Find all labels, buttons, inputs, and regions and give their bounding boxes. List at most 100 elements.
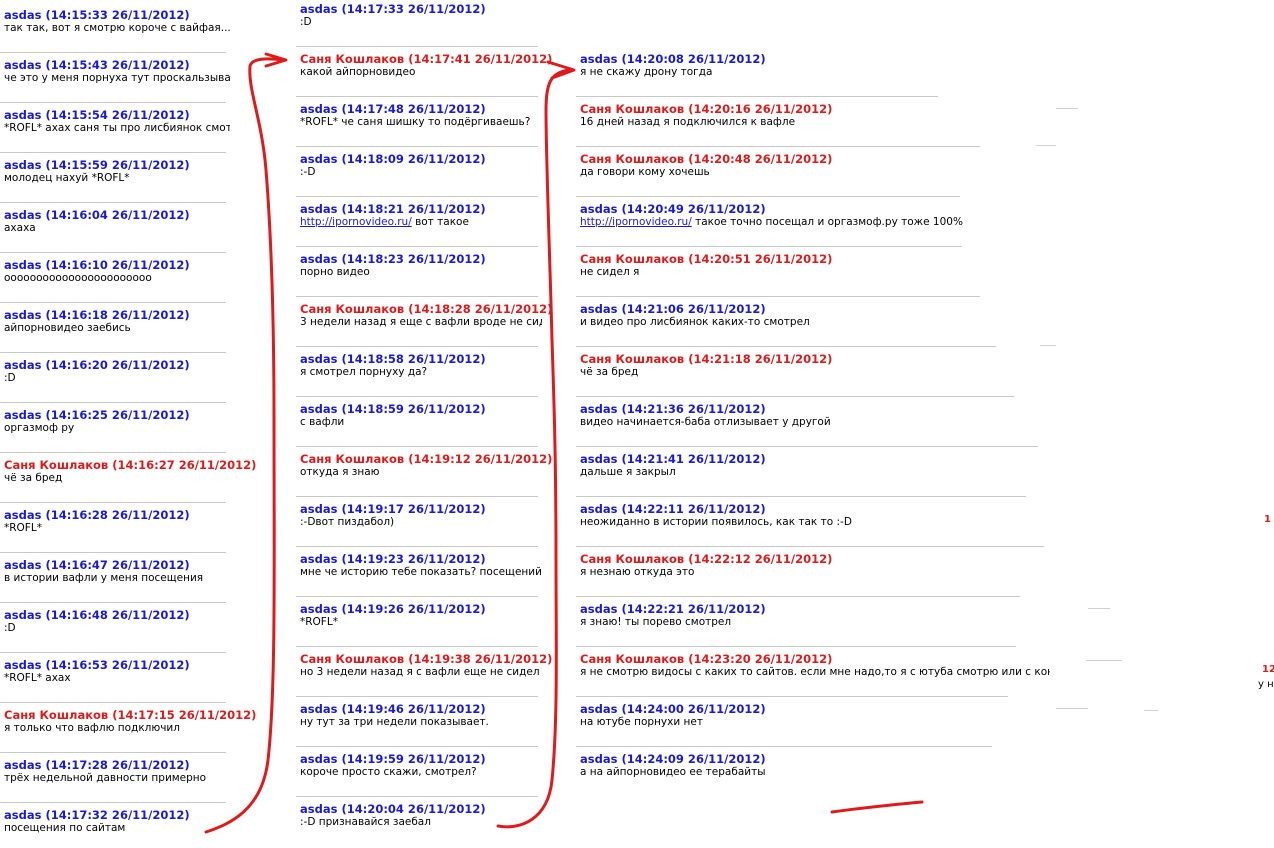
message-link[interactable]: http://ipornovideo.ru/ [580,216,692,228]
message-timestamp: (14:17:33 26/11/2012) [341,2,486,16]
chat-message: asdas (14:15:54 26/11/2012) *ROFL* ахах с… [4,108,230,148]
chat-message: asdas (14:15:33 26/11/2012) так так, вот … [4,8,230,48]
message-divider [296,596,538,597]
chat-message: Саня Кошлаков (14:20:48 26/11/2012) да го… [580,152,1050,192]
message-body: порно видео [300,266,542,279]
message-timestamp: (14:19:59 26/11/2012) [341,752,486,766]
chat-message: Саня Кошлаков (14:22:12 26/11/2012) я нез… [580,552,1050,592]
chat-message: asdas (14:16:48 26/11/2012):D [4,608,230,648]
chat-message: asdas (14:18:23 26/11/2012) порно видео [300,252,542,292]
message-body: а на айпорновидео ее терабайты [580,766,1050,779]
message-divider [576,196,960,197]
chat-message: Саня Кошлаков (14:17:15 26/11/2012) я тол… [4,708,256,748]
chat-message: asdas (14:16:20 26/11/2012):D [4,358,230,398]
message-author: Саня Кошлаков [580,102,685,116]
message-header: asdas (14:17:28 26/11/2012) [4,758,190,772]
message-timestamp: (14:23:20 26/11/2012) [688,652,833,666]
message-text: дальше я закрыл [580,466,676,478]
message-divider [296,546,538,547]
underline-stroke [830,800,924,814]
message-header: asdas (14:16:25 26/11/2012) [4,408,190,422]
message-divider [0,202,226,203]
message-body: *ROFL* че саня шишку то подёргиваешь? [300,116,542,129]
message-text: чё за бред [4,472,63,484]
chat-message: asdas (14:18:21 26/11/2012) http://iporno… [300,202,542,242]
message-link[interactable]: http://ipornovideo.ru/ [300,216,412,228]
message-timestamp: (14:16:04 26/11/2012) [45,208,190,222]
message-body: че это у меня порнуха тут проскальзывает… [4,72,230,85]
chat-message: Саня Кошлаков (14:20:51 26/11/2012) не си… [580,252,1050,292]
message-text: вот такое [411,216,469,228]
message-text: ну тут за три недели показывает. [300,716,489,728]
chat-message: Саня Кошлаков (14:20:16 26/11/2012) 16 дн… [580,102,1050,142]
message-timestamp: (14:18:59 26/11/2012) [341,402,486,416]
message-body: в истории вафли у меня посещения [4,572,230,585]
message-author: Саня Кошлаков [580,152,685,166]
message-divider [0,152,226,153]
message-body: короче просто скажи, смотрел? [300,766,542,779]
message-author: Саня Кошлаков [580,652,685,666]
message-author: asdas [300,202,338,216]
message-author: asdas [4,508,42,522]
message-divider [576,746,992,747]
chat-message: asdas (14:20:08 26/11/2012) я не скажу др… [580,52,1050,92]
chat-message: asdas (14:19:17 26/11/2012):-Dвот пиздаб… [300,502,542,542]
message-header: Саня Кошлаков (14:18:28 26/11/2012) [300,302,552,316]
chat-message: Саня Кошлаков (14:19:12 26/11/2012) откуд… [300,452,552,492]
message-divider [576,146,980,147]
message-header: asdas (14:20:04 26/11/2012) [300,802,486,816]
message-body: трёх недельной давности примерно [4,772,230,785]
message-timestamp: (14:15:59 26/11/2012) [45,158,190,172]
message-divider [296,246,538,247]
message-timestamp: (14:15:43 26/11/2012) [45,58,190,72]
message-header: asdas (14:16:10 26/11/2012) [4,258,190,272]
chat-message: asdas (14:16:04 26/11/2012) ахаха [4,208,230,248]
message-body: я незнаю откуда это [580,566,1050,579]
message-body: ну тут за три недели показывает. [300,716,542,729]
message-text: какой айпорновидео [300,66,416,78]
message-text: :D [4,622,16,634]
chat-message: asdas (14:24:00 26/11/2012) на ютубе порн… [580,702,1050,742]
message-header: asdas (14:17:48 26/11/2012) [300,102,486,116]
message-timestamp: (14:21:41 26/11/2012) [621,452,766,466]
message-timestamp: (14:20:51 26/11/2012) [688,252,833,266]
message-body: :-D признавайся заебал [300,816,542,829]
message-text: 16 дней назад я подключился к вафле [580,116,796,128]
message-author: Саня Кошлаков [300,452,405,466]
message-author: Саня Кошлаков [580,252,685,266]
message-body: айпорновидео заебись [4,322,230,335]
message-body: http://ipornovideo.ru/ вот такое [300,216,542,229]
message-text: *ROFL* че саня шишку то подёргиваешь? [300,116,531,128]
message-body: *ROFL* [300,616,542,629]
message-author: asdas [580,402,618,416]
message-divider [0,752,226,753]
message-author: asdas [4,208,42,222]
message-timestamp: (14:20:08 26/11/2012) [621,52,766,66]
message-text: мне че историю тебе показать? посещений [300,566,542,578]
message-author: asdas [580,502,618,516]
chat-message: asdas (14:19:26 26/11/2012) *ROFL* [300,602,542,642]
chat-message: asdas (14:16:25 26/11/2012) оргазмоф ру [4,408,230,448]
message-author: asdas [300,752,338,766]
message-text: я только что вафлю подключил [4,722,180,734]
message-text: молодец нахуй *ROFL* [4,172,130,184]
message-body: *ROFL* [4,522,230,535]
message-author: Саня Кошлаков [300,652,405,666]
message-divider [576,96,938,97]
message-body: :D [4,622,230,635]
message-timestamp: (14:18:21 26/11/2012) [341,202,486,216]
message-text: видео начинается-баба отлизывает у друго… [580,416,831,428]
message-header: asdas (14:16:18 26/11/2012) [4,308,190,322]
message-divider [0,502,226,503]
message-header: asdas (14:16:04 26/11/2012) [4,208,190,222]
chat-message: asdas (14:21:36 26/11/2012) видео начинае… [580,402,1050,442]
message-author: asdas [4,408,42,422]
message-text: я незнаю откуда это [580,566,695,578]
message-text: :-D признавайся заебал [300,816,431,828]
message-author: Саня Кошлаков [300,52,405,66]
message-divider [0,702,226,703]
message-divider [296,46,538,47]
message-author: asdas [4,58,42,72]
message-text: я не смотрю видосы с каких то сайтов. ес… [580,666,1050,678]
message-header: asdas (14:21:41 26/11/2012) [580,452,766,466]
